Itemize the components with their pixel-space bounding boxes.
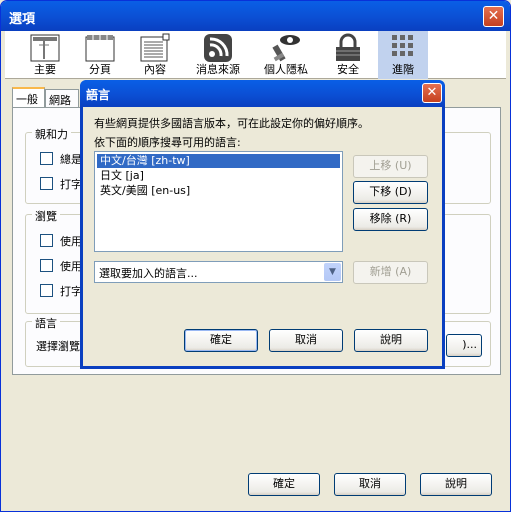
main-window-icon [30, 34, 60, 62]
title-bar: 選項 ✕ [1, 1, 510, 31]
dialog-help-button[interactable]: 說明 [354, 329, 428, 352]
chevron-down-icon[interactable]: ▼ [324, 263, 341, 281]
language-group-text: 選擇瀏覽 [36, 340, 80, 353]
toolbar-item-tabs[interactable]: 分頁 [75, 31, 125, 79]
dialog-intro-text: 有些網頁提供多國語言版本，可在此設定你的偏好順序。 [94, 117, 369, 130]
options-ok-button[interactable]: 確定 [248, 473, 320, 496]
dialog-cancel-button[interactable]: 取消 [269, 329, 343, 352]
browsing-option-1-checkbox[interactable] [40, 234, 53, 247]
dialog-close-icon[interactable]: ✕ [422, 83, 442, 103]
options-help-button[interactable]: 說明 [420, 473, 492, 496]
dialog-title: 語言 [86, 88, 111, 102]
window-title: 選項 [9, 12, 36, 27]
move-up-button[interactable]: 上移 (U) [353, 155, 428, 178]
browsing-option-2-checkbox[interactable] [40, 259, 53, 272]
list-item[interactable]: 日文 [ja] [97, 169, 340, 183]
dialog-title-bar: 語言 ✕ [80, 80, 445, 107]
choose-language-button[interactable]: )... [446, 334, 482, 357]
add-language-select-value: 選取要加入的語言... [99, 267, 198, 280]
advanced-gear-icon [392, 35, 413, 56]
tab-network[interactable]: 網路 [45, 89, 79, 107]
content-icon [140, 33, 170, 62]
close-icon[interactable]: ✕ [483, 6, 504, 27]
privacy-mask-icon [272, 35, 300, 62]
feed-icon [204, 34, 232, 62]
remove-button[interactable]: 移除 (R) [353, 208, 428, 231]
typing-checkbox[interactable] [40, 177, 53, 190]
move-down-button[interactable]: 下移 (D) [353, 181, 428, 204]
tab-general[interactable]: 一般 [12, 87, 45, 107]
options-toolbar: 主要 分頁 內容 消息來源 個人隱私 安全 進階 [5, 31, 506, 79]
always-checkbox[interactable] [40, 152, 53, 165]
language-dialog: 語言 ✕ 有些網頁提供多國語言版本，可在此設定你的偏好順序。 依下面的順序搜尋可… [80, 80, 445, 369]
add-language-select[interactable]: 選取要加入的語言... ▼ [94, 261, 343, 283]
list-item[interactable]: 英文/美國 [en-us] [97, 184, 340, 198]
security-lock-icon [336, 33, 360, 61]
toolbar-item-main[interactable]: 主要 [20, 31, 70, 79]
toolbar-item-advanced[interactable]: 進階 [378, 31, 428, 79]
list-item[interactable]: 中文/台灣 [zh-tw] [97, 154, 340, 168]
toolbar-item-privacy[interactable]: 個人隱私 [257, 31, 315, 79]
toolbar-item-content[interactable]: 內容 [130, 31, 180, 79]
language-list-label: 依下面的順序搜尋可用的語言: [94, 136, 241, 149]
toolbar-item-feeds[interactable]: 消息來源 [190, 31, 246, 79]
tabs-icon [85, 35, 115, 62]
dialog-ok-button[interactable]: 確定 [184, 329, 258, 352]
options-cancel-button[interactable]: 取消 [334, 473, 406, 496]
browsing-option-3-checkbox[interactable] [40, 284, 53, 297]
toolbar-item-security[interactable]: 安全 [323, 31, 373, 79]
add-button[interactable]: 新增 (A) [353, 261, 428, 284]
language-list[interactable]: 中文/台灣 [zh-tw] 日文 [ja] 英文/美國 [en-us] [94, 151, 343, 252]
